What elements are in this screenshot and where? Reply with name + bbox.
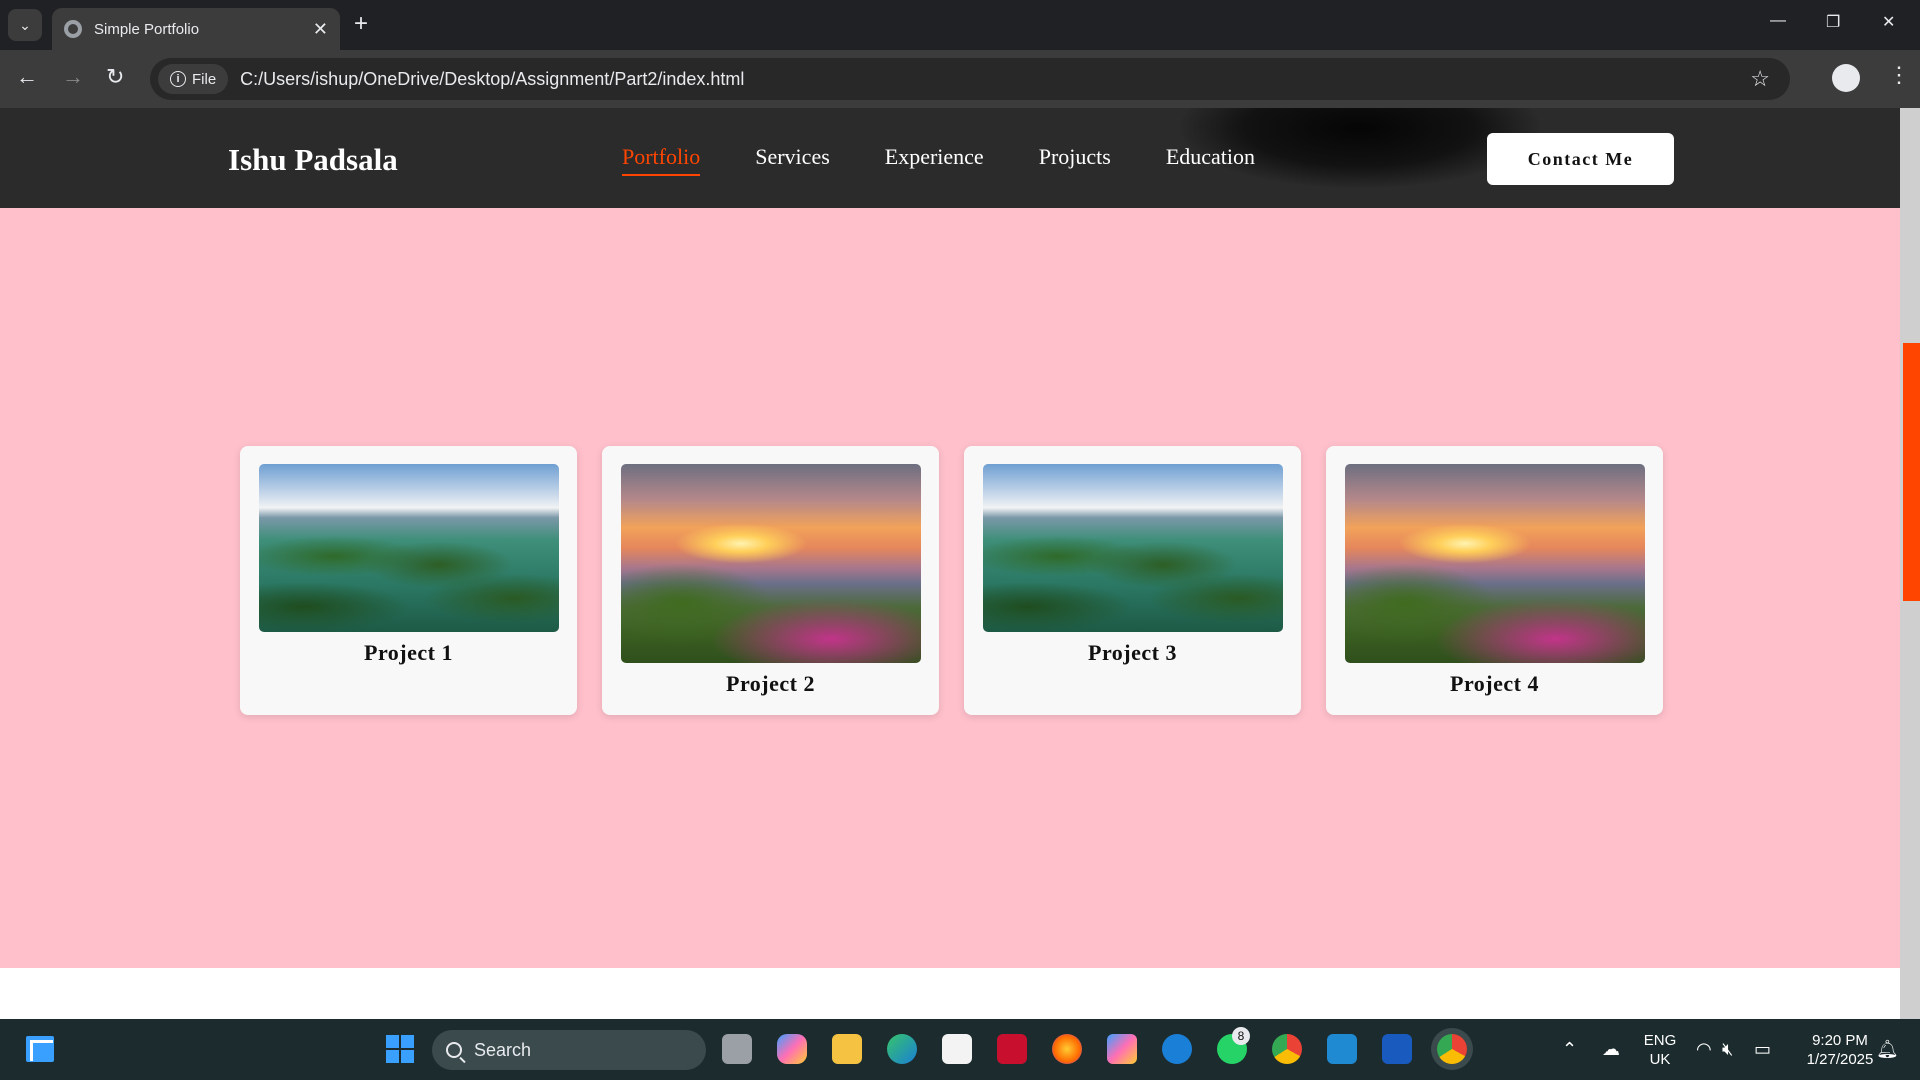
nav-projucts[interactable]: Projucts [1039, 144, 1111, 176]
language-indicator[interactable]: ENG UK [1640, 1031, 1680, 1069]
project-image-lake [258, 464, 559, 632]
whatsapp-badge: 8 [1232, 1027, 1250, 1045]
address-bar[interactable]: i File C:/Users/ishup/OneDrive/Desktop/A… [150, 58, 1790, 100]
project-card[interactable]: Project 4 [1326, 446, 1663, 715]
chevron-down-icon: ⌄ [19, 16, 31, 33]
tab-search-button[interactable]: ⌄ [8, 9, 42, 41]
project-image-lake [982, 464, 1283, 632]
profile-avatar-icon[interactable] [1832, 64, 1860, 92]
store-icon[interactable] [942, 1034, 972, 1064]
nav-portfolio[interactable]: Portfolio [622, 144, 701, 176]
portfolio-section: Project 1 Project 2 Project 3 Project 4 [0, 208, 1900, 968]
globe-icon [64, 20, 82, 38]
page-viewport: Ishu Padsala Portfolio Services Experien… [0, 108, 1900, 1019]
site-nav: Portfolio Services Experience Projucts E… [622, 144, 1255, 176]
wifi-icon[interactable]: ◠ [1696, 1039, 1712, 1060]
project-cards: Project 1 Project 2 Project 3 Project 4 [240, 446, 1663, 715]
clock[interactable]: 9:20 PM 1/27/2025 [1790, 1031, 1890, 1069]
project-image-sunset [620, 464, 921, 663]
taskbar-search-label: Search [474, 1039, 532, 1060]
windows-taskbar: Search 8 ⌃ ☁ ENG UK ◠ 🔇︎ ▭ 9:20 PM 1/27/… [0, 1019, 1920, 1080]
browser-tab[interactable]: Simple Portfolio ✕ [52, 8, 340, 50]
chrome-active-icon[interactable] [1437, 1034, 1467, 1064]
browser-toolbar: ← → ↻ i File C:/Users/ishup/OneDrive/Des… [0, 50, 1920, 108]
language-code: ENG [1643, 1032, 1677, 1049]
site-header: Ishu Padsala Portfolio Services Experien… [0, 108, 1900, 208]
taskbar-search[interactable]: Search [432, 1030, 706, 1070]
mcafee-icon[interactable] [997, 1034, 1027, 1064]
project-card[interactable]: Project 3 [964, 446, 1301, 715]
chrome-icon[interactable] [1272, 1034, 1302, 1064]
project-card[interactable]: Project 2 [602, 446, 939, 715]
project-title: Project 1 [364, 640, 453, 665]
info-icon: i [170, 71, 186, 87]
close-tab-icon[interactable]: ✕ [313, 19, 328, 40]
restore-button[interactable]: ❐ [1826, 12, 1840, 32]
browser-tab-strip: ⌄ Simple Portfolio ✕ + — ❐ ✕ [0, 0, 1920, 50]
page-scrollbar-thumb[interactable] [1903, 343, 1920, 601]
minimize-button[interactable]: — [1770, 12, 1786, 30]
region-code: UK [1649, 1051, 1671, 1068]
notification-bell-icon[interactable]: 🔔︎ [1876, 1039, 1899, 1060]
onedrive-icon[interactable]: ☁ [1602, 1039, 1620, 1060]
forward-button[interactable]: → [62, 66, 84, 88]
project-title: Project 3 [1088, 640, 1177, 665]
site-brand[interactable]: Ishu Padsala [228, 142, 398, 178]
copilot-icon[interactable] [777, 1034, 807, 1064]
m365-icon[interactable] [1107, 1034, 1137, 1064]
nav-experience[interactable]: Experience [885, 144, 984, 176]
edge-icon[interactable] [887, 1034, 917, 1064]
file-explorer-icon[interactable] [832, 1034, 862, 1064]
new-tab-button[interactable]: + [354, 12, 368, 36]
widgets-icon[interactable] [26, 1036, 54, 1062]
tab-title: Simple Portfolio [94, 20, 200, 38]
project-title: Project 2 [726, 671, 815, 696]
site-info-chip[interactable]: i File [158, 64, 229, 94]
chevron-up-icon[interactable]: ⌃ [1562, 1039, 1577, 1060]
task-view-icon[interactable] [722, 1034, 752, 1064]
vscode-icon[interactable] [1327, 1034, 1357, 1064]
clock-date: 1/27/2025 [1806, 1051, 1874, 1068]
dell-icon[interactable] [1162, 1034, 1192, 1064]
project-card[interactable]: Project 1 [240, 446, 577, 715]
kebab-menu-icon[interactable]: ⋮ [1888, 62, 1910, 88]
close-window-button[interactable]: ✕ [1882, 12, 1895, 32]
bookmark-star-icon[interactable]: ☆ [1750, 66, 1770, 92]
nav-education[interactable]: Education [1166, 144, 1255, 176]
firefox-icon[interactable] [1052, 1034, 1082, 1064]
nav-services[interactable]: Services [755, 144, 830, 176]
back-button[interactable]: ← [16, 66, 38, 88]
reload-button[interactable]: ↻ [106, 66, 124, 88]
search-icon [446, 1042, 462, 1058]
start-windows-icon[interactable] [386, 1035, 414, 1063]
word-icon[interactable] [1382, 1034, 1412, 1064]
clock-time: 9:20 PM [1812, 1032, 1868, 1049]
contact-me-button[interactable]: Contact Me [1487, 133, 1674, 185]
battery-icon[interactable]: ▭ [1754, 1039, 1771, 1060]
project-title: Project 4 [1450, 671, 1539, 696]
project-image-sunset [1344, 464, 1645, 663]
url-text[interactable]: C:/Users/ishup/OneDrive/Desktop/Assignme… [240, 69, 744, 90]
scheme-label: File [192, 70, 217, 88]
volume-muted-icon[interactable]: 🔇︎ [1722, 1039, 1733, 1060]
